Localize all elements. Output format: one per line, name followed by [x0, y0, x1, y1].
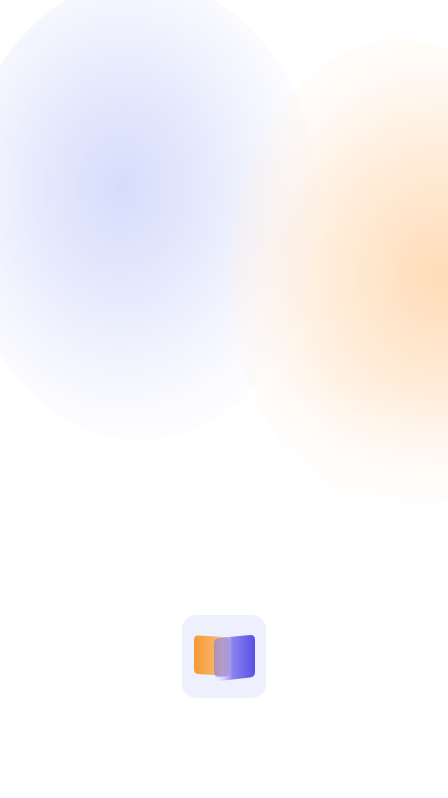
app-logo-overlap [214, 637, 230, 678]
app-logo-icon [182, 615, 266, 698]
app-logo-graphic [194, 634, 255, 682]
splash-screen [0, 0, 448, 798]
